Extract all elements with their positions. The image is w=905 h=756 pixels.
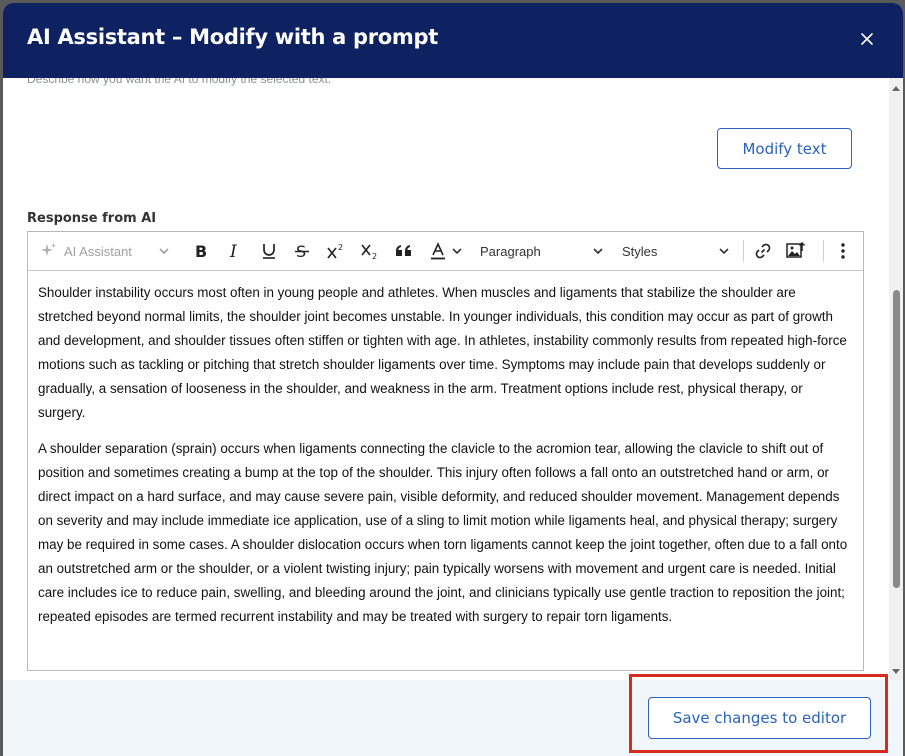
superscript-icon: 2 (327, 243, 343, 259)
svg-text:I: I (229, 243, 237, 259)
insert-image-button[interactable] (783, 232, 809, 270)
svg-text:2: 2 (338, 243, 343, 252)
svg-text:B: B (195, 243, 207, 259)
sparkle-icon (40, 242, 58, 260)
styles-dropdown[interactable]: Styles (622, 232, 730, 270)
response-editor[interactable]: AI Assistant B I S 2 2 Paragraph Styles … (27, 231, 864, 671)
underline-icon (263, 244, 275, 259)
more-vertical-icon (841, 243, 845, 259)
bold-button[interactable]: B (188, 232, 214, 270)
modal-header: AI Assistant – Modify with a prompt (3, 3, 903, 78)
font-color-icon (431, 242, 445, 260)
blockquote-button[interactable] (391, 232, 417, 270)
toolbar-separator (823, 240, 824, 262)
svg-text:2: 2 (372, 252, 377, 260)
modal-body: Describe how you want the AI to modify t… (3, 78, 889, 680)
ai-assistant-dropdown[interactable]: AI Assistant (40, 232, 170, 270)
strikethrough-icon: S (295, 243, 309, 259)
close-icon[interactable] (857, 29, 877, 49)
modify-text-button[interactable]: Modify text (717, 128, 852, 169)
ai-assistant-modal: AI Assistant – Modify with a prompt Desc… (3, 3, 903, 756)
chevron-down-icon (158, 245, 170, 257)
content-paragraph: A shoulder separation (sprain) occurs wh… (38, 441, 848, 624)
link-button[interactable] (750, 232, 776, 270)
chevron-down-icon (718, 245, 730, 257)
editor-content[interactable]: Shoulder instability occurs most often i… (28, 271, 863, 671)
italic-icon: I (229, 243, 237, 259)
underline-button[interactable] (256, 232, 282, 270)
save-changes-button[interactable]: Save changes to editor (648, 697, 871, 739)
chevron-down-icon (592, 245, 604, 257)
paragraph-dropdown[interactable]: Paragraph (480, 232, 604, 270)
scrollbar-thumb[interactable] (893, 290, 900, 588)
subscript-icon: 2 (361, 244, 377, 260)
paragraph-label: Paragraph (480, 243, 541, 259)
scroll-down-icon (892, 669, 900, 674)
bold-icon: B (195, 243, 207, 259)
subscript-button[interactable]: 2 (357, 232, 383, 270)
superscript-button[interactable]: 2 (323, 232, 349, 270)
image-upload-icon (786, 242, 806, 258)
link-icon (755, 243, 771, 259)
content-paragraph: Shoulder instability occurs most often i… (38, 285, 847, 420)
strikethrough-button[interactable]: S (289, 232, 315, 270)
chevron-down-icon (452, 248, 462, 255)
editor-toolbar: AI Assistant B I S 2 2 Paragraph Styles (28, 232, 863, 271)
quote-icon (396, 245, 411, 256)
font-color-dropdown[interactable] (425, 232, 467, 270)
modal-title: AI Assistant – Modify with a prompt (27, 25, 438, 49)
styles-label: Styles (622, 243, 658, 259)
more-options-button[interactable] (831, 232, 855, 270)
modal-scrollbar[interactable] (889, 78, 903, 680)
scroll-up-icon (892, 86, 900, 91)
response-label: Response from AI (27, 211, 157, 226)
modal-footer: Save changes to editor (3, 680, 903, 756)
prompt-hint: Describe how you want the AI to modify t… (27, 78, 332, 86)
italic-button[interactable]: I (222, 232, 248, 270)
ai-assistant-label: AI Assistant (64, 243, 132, 259)
toolbar-separator (743, 240, 744, 262)
